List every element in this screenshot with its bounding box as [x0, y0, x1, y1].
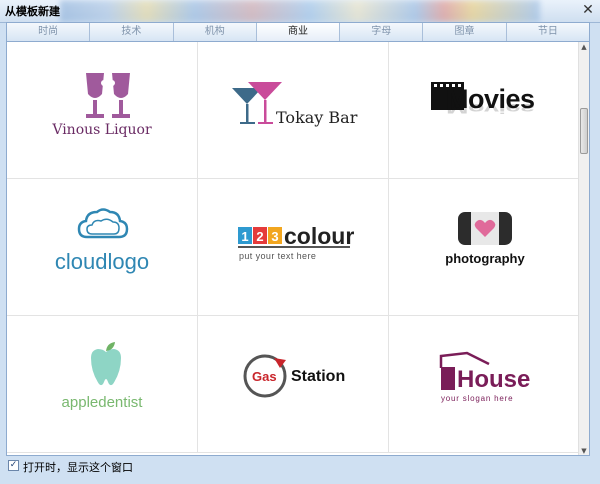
template-movies[interactable]: Movies Movies	[389, 42, 581, 179]
template-colour[interactable]: 1 2 3 colour put your text here	[198, 179, 389, 316]
template-title: appledentist	[61, 394, 143, 411]
template-title: Tokay Bar	[276, 108, 358, 127]
show-on-open-label: 打开时，显示这个窗口	[23, 461, 133, 474]
scroll-down-icon[interactable]: ▼	[579, 446, 589, 455]
template-title: colour	[284, 223, 355, 249]
template-title: Vinous Liquor	[52, 122, 152, 138]
template-slogan: your slogan here	[441, 394, 514, 403]
scroll-up-icon[interactable]: ▲	[579, 42, 589, 52]
template-appledentist[interactable]: appledentist	[7, 316, 198, 453]
title-bar: 从模板新建 ✕	[0, 0, 600, 23]
template-title: cloudlogo	[54, 249, 150, 274]
tab-letters[interactable]: 字母	[340, 23, 424, 41]
category-tabs: 时尚 技术 机构 商业 字母 图章 节日	[6, 22, 590, 42]
template-photography[interactable]: photography	[389, 179, 581, 316]
show-on-open-checkbox[interactable]: ✓	[8, 460, 19, 471]
digit-2: 2	[256, 229, 263, 244]
cloud-icon	[77, 208, 129, 239]
scroll-thumb[interactable]	[580, 108, 588, 154]
tab-holidays[interactable]: 节日	[507, 23, 589, 41]
footer-bar: ✓ 打开时，显示这个窗口	[6, 457, 590, 477]
digit-3: 3	[271, 229, 278, 244]
tab-business[interactable]: 商业	[256, 23, 341, 41]
template-title: House	[457, 366, 531, 393]
window-title: 从模板新建	[5, 5, 60, 18]
title-reflection: Movies	[446, 101, 535, 116]
apple-tooth-icon	[91, 342, 121, 386]
template-house[interactable]: House your slogan here	[389, 316, 581, 453]
background-blur	[60, 0, 540, 22]
template-title: Station	[291, 368, 346, 385]
tab-organization[interactable]: 机构	[174, 23, 257, 41]
template-cloudlogo[interactable]: cloudlogo	[7, 179, 198, 316]
camera-heart-icon	[458, 212, 512, 245]
digit-1: 1	[241, 229, 248, 244]
template-title: photography	[445, 251, 525, 266]
tab-stamps[interactable]: 图章	[423, 23, 507, 41]
tab-technology[interactable]: 技术	[90, 23, 174, 41]
template-vinous-liquor[interactable]: Vinous Liquor	[7, 42, 198, 179]
template-tokay-bar[interactable]: Tokay Bar	[198, 42, 389, 179]
vertical-scrollbar[interactable]: ▲ ▼	[578, 42, 589, 455]
gas-label: Gas	[252, 369, 277, 384]
close-button[interactable]: ✕	[580, 2, 596, 18]
template-grid: Vinous Liquor Tokay Bar Movies Movies cl…	[7, 42, 581, 453]
tab-fashion[interactable]: 时尚	[7, 23, 91, 41]
template-panel: Vinous Liquor Tokay Bar Movies Movies cl…	[6, 42, 590, 456]
template-gas-station[interactable]: Gas Station	[198, 316, 389, 453]
wine-glasses-icon	[86, 73, 130, 118]
template-slogan: put your text here	[239, 251, 317, 261]
